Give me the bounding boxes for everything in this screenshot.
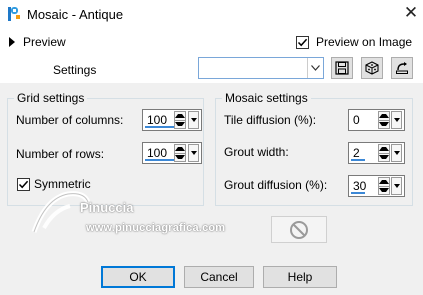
rows-input[interactable]: 100 (142, 142, 202, 164)
arrow-up-icon[interactable] (175, 112, 185, 120)
arrow-down-icon[interactable] (379, 152, 389, 162)
random-button[interactable] (361, 57, 383, 79)
preview-label: Preview (23, 35, 66, 49)
grout-width-input[interactable]: 2 (348, 142, 405, 164)
help-button[interactable]: Help (263, 266, 337, 288)
watermark-site: www.pinucciagrafica.com (86, 222, 226, 234)
preset-combo[interactable] (198, 57, 324, 79)
expand-arrow-icon (9, 37, 15, 47)
arrow-up-icon[interactable] (175, 145, 185, 153)
arrow-up-icon[interactable] (379, 178, 389, 186)
grout-diffusion-stepper[interactable] (378, 177, 390, 195)
tile-diffusion-stepper[interactable] (378, 111, 390, 129)
arrow-down-icon[interactable] (379, 185, 389, 195)
grout-diffusion-value: 30 (353, 179, 367, 193)
save-preset-button[interactable] (331, 57, 353, 79)
grout-width-value: 2 (353, 146, 360, 160)
prohibited-icon (290, 220, 308, 239)
preview-on-image-label: Preview on Image (316, 35, 413, 49)
columns-label: Number of columns: (16, 113, 124, 127)
app-icon (8, 7, 20, 21)
grout-diffusion-input[interactable]: 30 (348, 175, 405, 197)
grout-diffusion-label: Grout diffusion (%): (224, 178, 328, 192)
random-dice-icon (365, 61, 379, 75)
reset-button[interactable] (391, 57, 413, 79)
tile-diffusion-value: 0 (353, 113, 360, 127)
rows-stepper[interactable] (174, 144, 186, 162)
tile-diffusion-input[interactable]: 0 (348, 109, 405, 131)
input-underline (351, 159, 365, 161)
arrow-down-icon[interactable] (175, 119, 185, 129)
rows-label: Number of rows: (16, 147, 105, 161)
reset-icon (396, 62, 408, 74)
dropdown-arrow-icon[interactable] (391, 177, 402, 195)
input-underline (351, 192, 365, 194)
mosaic-settings-legend: Mosaic settings (222, 91, 311, 105)
window-title: Mosaic - Antique (27, 7, 124, 22)
arrow-down-icon[interactable] (379, 119, 389, 129)
preview-on-image-checkbox[interactable]: Preview on Image (296, 35, 412, 49)
arrow-down-icon[interactable] (175, 152, 185, 162)
ok-button[interactable]: OK (101, 266, 175, 288)
columns-value: 100 (147, 113, 168, 127)
cancel-button[interactable]: Cancel (184, 266, 254, 288)
save-preset-icon (335, 61, 349, 75)
grid-settings-legend: Grid settings (14, 91, 88, 105)
dropdown-arrow-icon[interactable] (391, 111, 402, 129)
rows-value: 100 (147, 146, 168, 160)
dropdown-arrow-icon[interactable] (188, 144, 199, 162)
close-icon[interactable]: ✕ (402, 4, 420, 22)
settings-label: Settings (53, 63, 97, 77)
checkbox-box[interactable] (296, 35, 309, 49)
arrow-up-icon[interactable] (379, 112, 389, 120)
columns-stepper[interactable] (174, 111, 186, 129)
grout-width-stepper[interactable] (378, 144, 390, 162)
grout-width-label: Grout width: (224, 145, 289, 159)
watermark-name: Pinuccia (80, 200, 134, 215)
chevron-down-icon[interactable] (307, 58, 323, 78)
preview-toggle[interactable]: Preview (9, 35, 66, 49)
arrow-up-icon[interactable] (379, 145, 389, 153)
dropdown-arrow-icon[interactable] (188, 111, 199, 129)
columns-input[interactable]: 100 (142, 109, 202, 131)
tile-diffusion-label: Tile diffusion (%): (224, 113, 317, 127)
checkmark-icon (297, 38, 308, 46)
no-preview-box (271, 216, 327, 243)
dropdown-arrow-icon[interactable] (391, 144, 402, 162)
